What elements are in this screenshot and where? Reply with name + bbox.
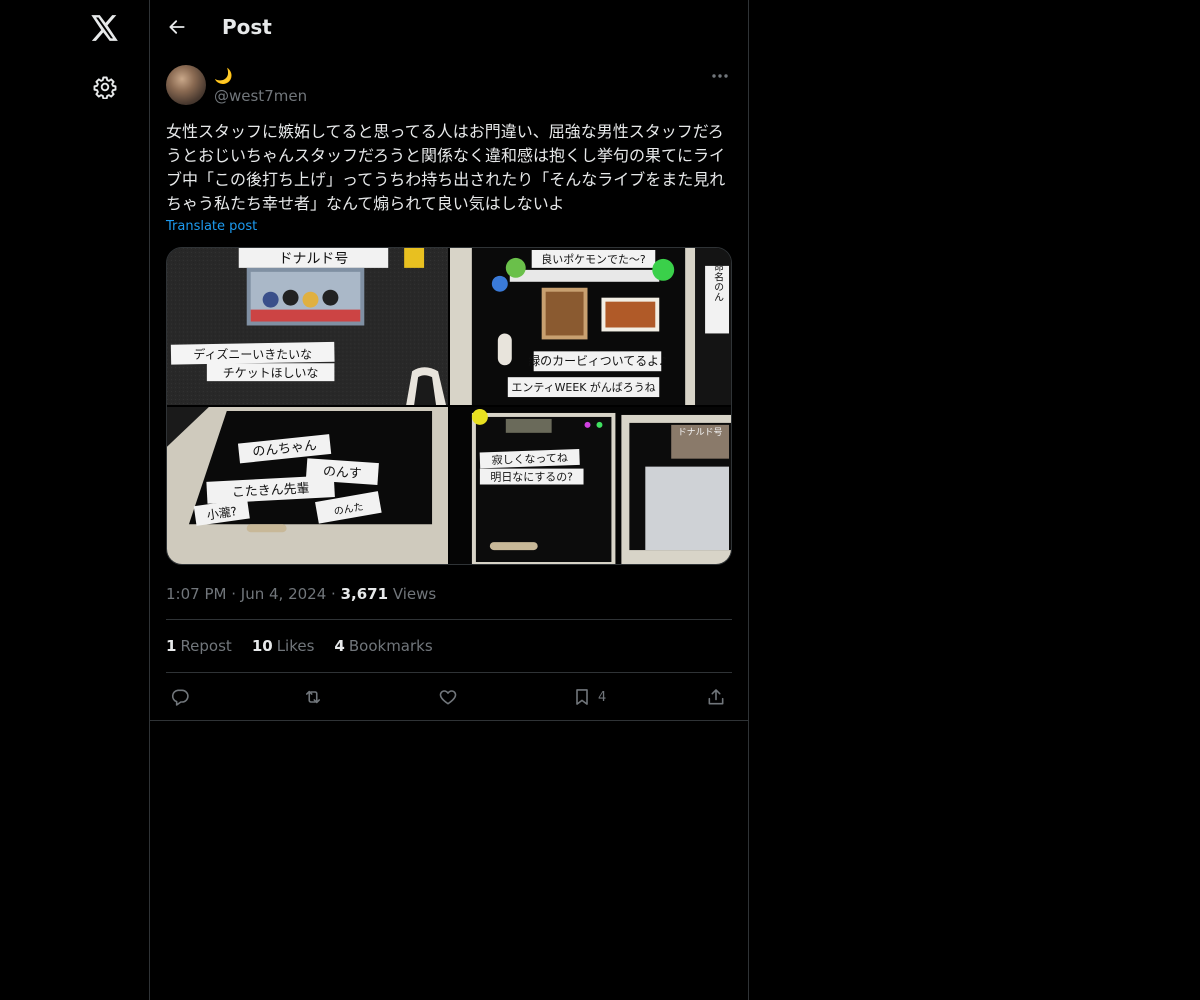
views-label: Views (392, 585, 437, 603)
repost-button[interactable] (302, 684, 324, 710)
photo-1-caption-1: ドナルド号 (279, 251, 349, 267)
reply-button[interactable] (170, 684, 190, 710)
translate-post-link[interactable]: Translate post (166, 219, 257, 235)
reposts-label: Repost (180, 637, 232, 655)
share-button[interactable] (706, 684, 726, 710)
post-actions: 4 (166, 684, 732, 710)
post-text: 女性スタッフに嫉妬してると思ってる人はお門違い、屈強な男性スタッフだろうとおじい… (166, 122, 726, 213)
bookmarks-label: Bookmarks (348, 637, 433, 655)
views-count: 3,671 (340, 585, 389, 603)
photo-1-caption-2: ディズニーいきたいな (193, 346, 312, 361)
bookmark-icon (576, 689, 588, 705)
x-logo-icon[interactable] (89, 12, 121, 44)
main-column: Post 🌙 @west7men 女性スタッフに嫉妬してると思ってる人はお門違い… (150, 0, 749, 1000)
avatar[interactable] (166, 65, 206, 105)
heart-icon (439, 690, 457, 705)
post-photo-2[interactable]: 良いポケモンでた〜? 緑のカービィついてるよ♪ エンティWEEK がんばろうね … (450, 248, 731, 405)
author-display-name[interactable]: 🌙 (214, 66, 307, 86)
gear-icon[interactable] (92, 74, 118, 100)
meta-separator: · (231, 585, 241, 603)
author-handle[interactable]: @west7men (214, 86, 307, 106)
reposts-stat[interactable]: 1 Repost (166, 636, 232, 656)
post-time[interactable]: 1:07 PM (166, 585, 226, 603)
page-header: Post (150, 0, 748, 54)
bookmark-button[interactable]: 4 (572, 684, 606, 710)
share-icon (708, 689, 724, 705)
photo-4-caption-1: 寂しくなってね (491, 450, 568, 467)
reply-icon (171, 689, 189, 706)
meta-separator: · (331, 585, 341, 603)
bookmark-action-count: 4 (598, 689, 607, 705)
divider (166, 619, 732, 620)
like-button[interactable] (438, 684, 458, 710)
post-stats: 1 Repost 10 Likes 4 Bookmarks (166, 636, 433, 656)
post-metadata: 1:07 PM · Jun 4, 2024 · 3,671 Views (166, 584, 436, 604)
photo-4-caption-3: ドナルド号 (678, 427, 723, 438)
bookmarks-stat[interactable]: 4 Bookmarks (334, 636, 432, 656)
likes-stat[interactable]: 10 Likes (252, 636, 315, 656)
post-photo-3[interactable]: のんちゃん のんす こたきん先輩 小瀧? のんた (167, 407, 448, 564)
post-date[interactable]: Jun 4, 2024 (241, 585, 326, 603)
post-photo-1[interactable]: ドナルド号 ディズニーいきたいな チケットほしいな (167, 248, 448, 405)
divider (166, 672, 732, 673)
photo-2-caption-3: エンティWEEK がんばろうね (511, 380, 655, 394)
photo-1-caption-3: チケットほしいな (223, 366, 319, 380)
photo-2-caption-2: 緑のカービィついてるよ♪ (528, 353, 667, 368)
reposts-count: 1 (166, 637, 177, 655)
post-photo-4[interactable]: 寂しくなってね 明日なにするの? ドナルド号 (450, 407, 731, 564)
photo-4-caption-2: 明日なにするの? (490, 471, 573, 484)
likes-label: Likes (276, 637, 315, 655)
back-button[interactable] (164, 14, 190, 40)
photo-2-caption-4: 命名のん (712, 261, 724, 302)
post: 🌙 @west7men 女性スタッフに嫉妬してると思ってる人はお門違い、屈強な男… (150, 54, 748, 721)
more-horizontal-icon (712, 74, 728, 78)
repost-icon (305, 690, 321, 704)
page-title: Post (222, 15, 272, 39)
arrow-left-icon (169, 20, 185, 34)
post-media-grid: ドナルド号 ディズニーいきたいな チケットほしいな 良いポケモンでた〜? 緑のカ… (166, 247, 732, 565)
photo-2-caption-1: 良いポケモンでた〜? (541, 252, 646, 266)
bookmarks-count: 4 (334, 637, 345, 655)
more-options-button[interactable] (708, 68, 732, 84)
post-author: 🌙 @west7men (214, 66, 307, 106)
likes-count: 10 (251, 637, 273, 655)
left-nav-rail (0, 0, 150, 1000)
